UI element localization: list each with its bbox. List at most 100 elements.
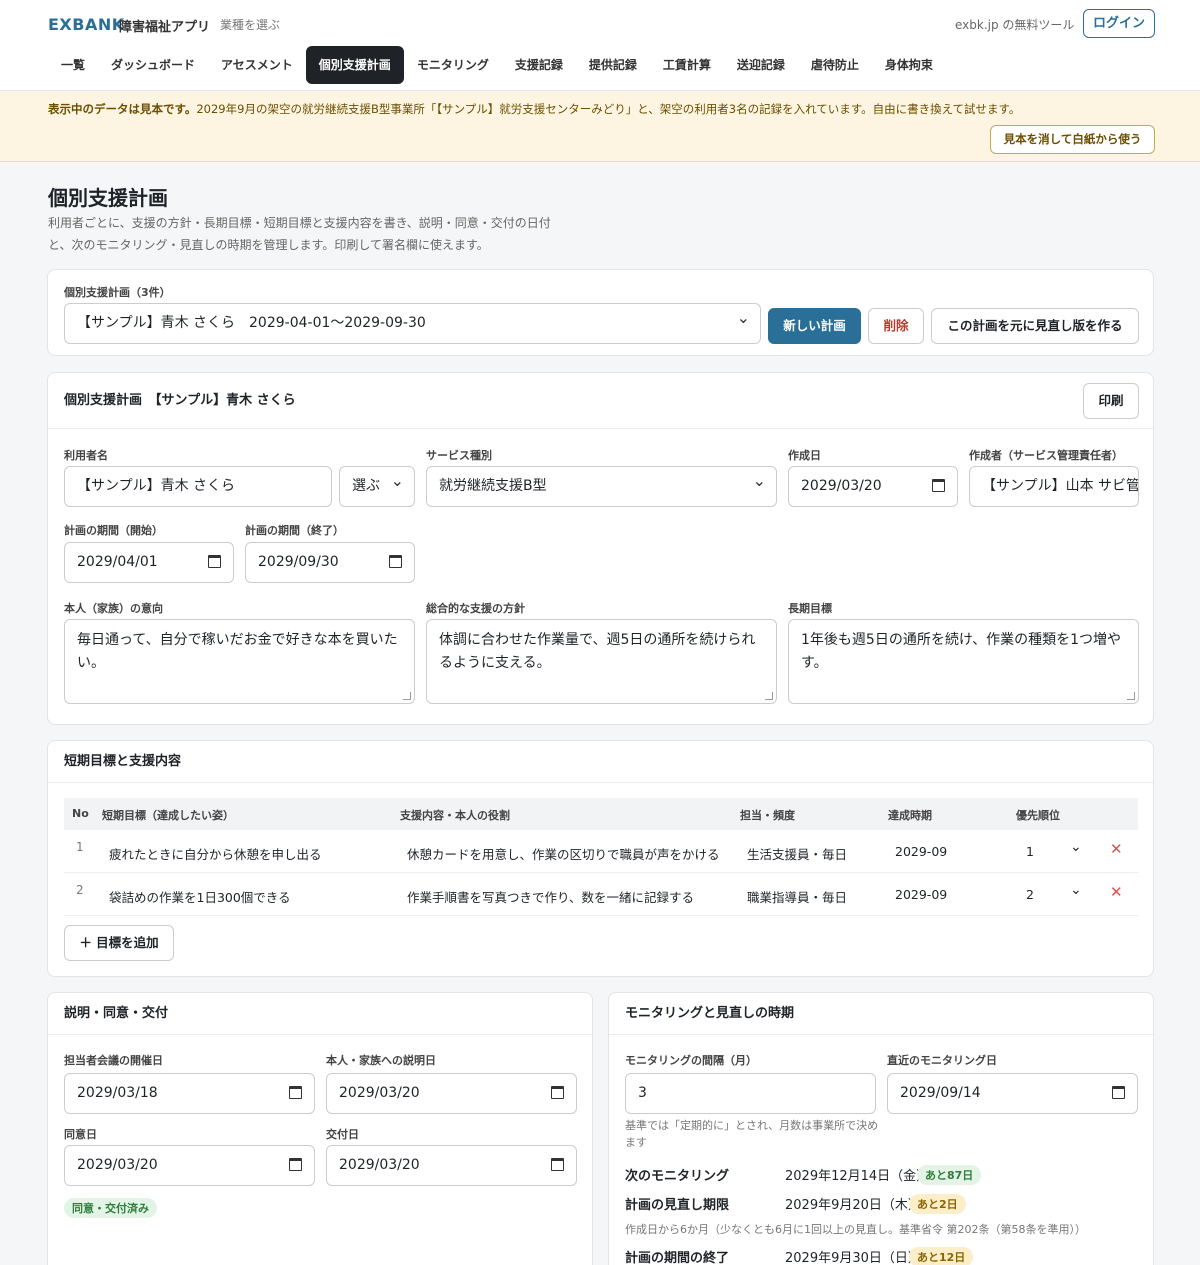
goals-heading: 短期目標と支援内容	[48, 741, 1153, 783]
created-date-label: 作成日	[788, 449, 821, 462]
recent-monitoring-label: 直近のモニタリング日	[887, 1054, 997, 1067]
goal-cell[interactable]: 袋詰めの作業を1日300個できる	[109, 887, 291, 906]
nav-item-monitoring[interactable]: モニタリング	[404, 46, 502, 84]
created-date-input[interactable]: 2029/03/20	[788, 466, 958, 507]
policy-textarea[interactable]: 体調に合わせた作業量で、週5日の通所を続けられるように支える。	[426, 619, 777, 704]
deliver-date-label: 交付日	[326, 1128, 359, 1141]
nav-item-transport[interactable]: 送迎記録	[724, 46, 798, 84]
staff-cell[interactable]: 生活支援員・毎日	[747, 844, 847, 863]
nav-item-dashboard[interactable]: ダッシュボード	[98, 46, 208, 84]
nav-item-wage-calc[interactable]: 工賃計算	[650, 46, 724, 84]
recent-monitoring-input[interactable]: 2029/09/14	[887, 1073, 1138, 1114]
goals-table-header: No 短期目標（達成したい姿） 支援内容・本人の役割 担当・頻度 達成時期 優先…	[64, 798, 1138, 830]
nav-item-service-records[interactable]: 提供記録	[576, 46, 650, 84]
service-type-select[interactable]: 就労継続支援B型	[426, 466, 777, 507]
calendar-icon[interactable]	[289, 1086, 302, 1099]
calendar-icon[interactable]	[389, 555, 402, 568]
app-header: EXBANK 障害福祉アプリ 業種を選ぶ exbk.jp の無料ツール ログイン…	[0, 0, 1200, 91]
calendar-icon[interactable]	[208, 555, 221, 568]
add-goal-button[interactable]: ＋ 目標を追加	[64, 925, 174, 961]
row-no: 2	[76, 883, 84, 897]
col-staff: 担当・頻度	[740, 809, 795, 822]
user-name-input[interactable]: 【サンプル】青木 さくら	[64, 466, 332, 507]
brand-logo[interactable]: EXBANK	[48, 15, 125, 34]
period-end-input[interactable]: 2029/09/30	[245, 542, 415, 583]
consent-card: 説明・同意・交付 担当者会議の開催日 2029/03/18 本人・家族への説明日…	[47, 992, 593, 1265]
app-name: 障害福祉アプリ	[119, 20, 211, 35]
user-name-label: 利用者名	[64, 449, 108, 462]
support-cell[interactable]: 休憩カードを用意し、作業の区切りで職員が声をかける	[407, 844, 720, 863]
author-input[interactable]: 【サンプル】山本 サビ管	[969, 466, 1139, 507]
status-badge: 同意・交付済み	[64, 1198, 157, 1218]
monitoring-heading: モニタリングと見直しの時期	[609, 993, 1153, 1035]
support-cell[interactable]: 作業手順書を写真つきで作り、数を一緒に記録する	[407, 887, 694, 906]
industry-link[interactable]: 業種を選ぶ	[220, 16, 280, 33]
nav-item-support-records[interactable]: 支援記録	[502, 46, 576, 84]
banner-text: 表示中のデータは見本です。2029年9月の架空の就労継続支援B型事業所「【サンプ…	[48, 102, 1021, 116]
review-note: 作成日から6か月（少なくとも6月に1回以上の見直し。基準省令 第202条（第58…	[625, 1223, 1086, 1236]
next-monitoring-label: 次のモニタリング	[625, 1169, 730, 1184]
plan-select[interactable]: 【サンプル】青木 さくら 2029-04-01〜2029-09-30	[64, 303, 761, 344]
period-end-value: 2029年9月30日（日）	[785, 1251, 921, 1265]
agree-date-label: 同意日	[64, 1128, 97, 1141]
priority-select[interactable]: 1	[1026, 844, 1034, 859]
agree-date-input[interactable]: 2029/03/20	[64, 1145, 315, 1186]
meeting-date-input[interactable]: 2029/03/18	[64, 1073, 315, 1114]
due-cell[interactable]: 2029-09	[895, 844, 947, 859]
table-row: 2 袋詰めの作業を1日300個できる 作業手順書を写真つきで作り、数を一緒に記録…	[64, 874, 1138, 916]
staff-cell[interactable]: 職業指導員・毎日	[747, 887, 847, 906]
nav-item-list[interactable]: 一覧	[48, 46, 98, 84]
col-no: No	[72, 807, 89, 820]
wish-textarea[interactable]: 毎日通って、自分で稼いだお金で好きな本を買いたい。	[64, 619, 415, 704]
new-plan-button[interactable]: 新しい計画	[768, 308, 861, 344]
long-term-goal-label: 長期目標	[788, 602, 832, 615]
delete-row-icon[interactable]: ✕	[1110, 840, 1123, 858]
nav-item-abuse-prevention[interactable]: 虐待防止	[798, 46, 872, 84]
user-pick-select[interactable]: 選ぶ	[339, 466, 415, 507]
due-cell[interactable]: 2029-09	[895, 887, 947, 902]
calendar-icon[interactable]	[551, 1086, 564, 1099]
plan-selector-card: 個別支援計画（3件） 【サンプル】青木 さくら 2029-04-01〜2029-…	[47, 269, 1154, 356]
calendar-icon[interactable]	[932, 479, 945, 492]
sample-data-banner: 表示中のデータは見本です。2029年9月の架空の就労継続支援B型事業所「【サンプ…	[0, 92, 1200, 162]
main-nav: 一覧 ダッシュボード アセスメント 個別支援計画 モニタリング 支援記録 提供記…	[48, 46, 946, 84]
plan-selector-label: 個別支援計画（3件）	[64, 286, 171, 299]
nav-item-restraint[interactable]: 身体拘束	[872, 46, 946, 84]
interval-input[interactable]: 3	[625, 1073, 876, 1114]
col-support: 支援内容・本人の役割	[400, 809, 510, 822]
calendar-icon[interactable]	[289, 1158, 302, 1171]
interval-note: 基準では「定期的に」とされ、月数は事業所で決めます	[625, 1119, 879, 1149]
calendar-icon[interactable]	[1112, 1086, 1125, 1099]
priority-select[interactable]: 2	[1026, 887, 1034, 902]
nav-item-assessment[interactable]: アセスメント	[208, 46, 306, 84]
long-term-goal-textarea[interactable]: 1年後も週5日の通所を続け、作業の種類を1つ増やす。	[788, 619, 1139, 704]
consent-heading: 説明・同意・交付	[48, 993, 592, 1035]
login-button[interactable]: ログイン	[1083, 9, 1155, 38]
chevron-down-icon[interactable]: ⌄	[1070, 882, 1082, 898]
delete-row-icon[interactable]: ✕	[1110, 883, 1123, 901]
review-deadline-value: 2029年9月20日（木）	[785, 1198, 921, 1213]
author-label: 作成者（サービス管理責任者）	[969, 449, 1123, 462]
period-end-label: 計画の期間（終了）	[245, 524, 344, 537]
policy-label: 総合的な支援の方針	[426, 602, 525, 615]
nav-item-support-plan[interactable]: 個別支援計画	[305, 46, 404, 84]
row-no: 1	[76, 840, 84, 854]
period-start-label: 計画の期間（開始）	[64, 524, 163, 537]
clear-sample-button[interactable]: 見本を消して白紙から使う	[990, 125, 1155, 154]
wish-label: 本人（家族）の意向	[64, 602, 163, 615]
next-monitoring-value: 2029年12月14日（金）	[785, 1169, 930, 1184]
period-start-input[interactable]: 2029/04/01	[64, 542, 234, 583]
revise-plan-button[interactable]: この計画を元に見直し版を作る	[931, 308, 1139, 344]
deliver-date-input[interactable]: 2029/03/20	[326, 1145, 577, 1186]
col-priority: 優先順位	[1016, 809, 1060, 822]
delete-plan-button[interactable]: 削除	[868, 308, 924, 344]
explain-date-input[interactable]: 2029/03/20	[326, 1073, 577, 1114]
monitoring-card: モニタリングと見直しの時期 モニタリングの間隔（月） 3 直近のモニタリング日 …	[608, 992, 1154, 1265]
goal-cell[interactable]: 疲れたときに自分から休憩を申し出る	[109, 844, 322, 863]
calendar-icon[interactable]	[551, 1158, 564, 1171]
review-deadline-label: 計画の見直し期限	[625, 1198, 730, 1213]
plan-detail-heading: 個別支援計画 【サンプル】青木 さくら	[48, 373, 1153, 429]
col-due: 達成時期	[888, 809, 932, 822]
print-button[interactable]: 印刷	[1083, 383, 1139, 419]
chevron-down-icon[interactable]: ⌄	[1070, 839, 1082, 855]
